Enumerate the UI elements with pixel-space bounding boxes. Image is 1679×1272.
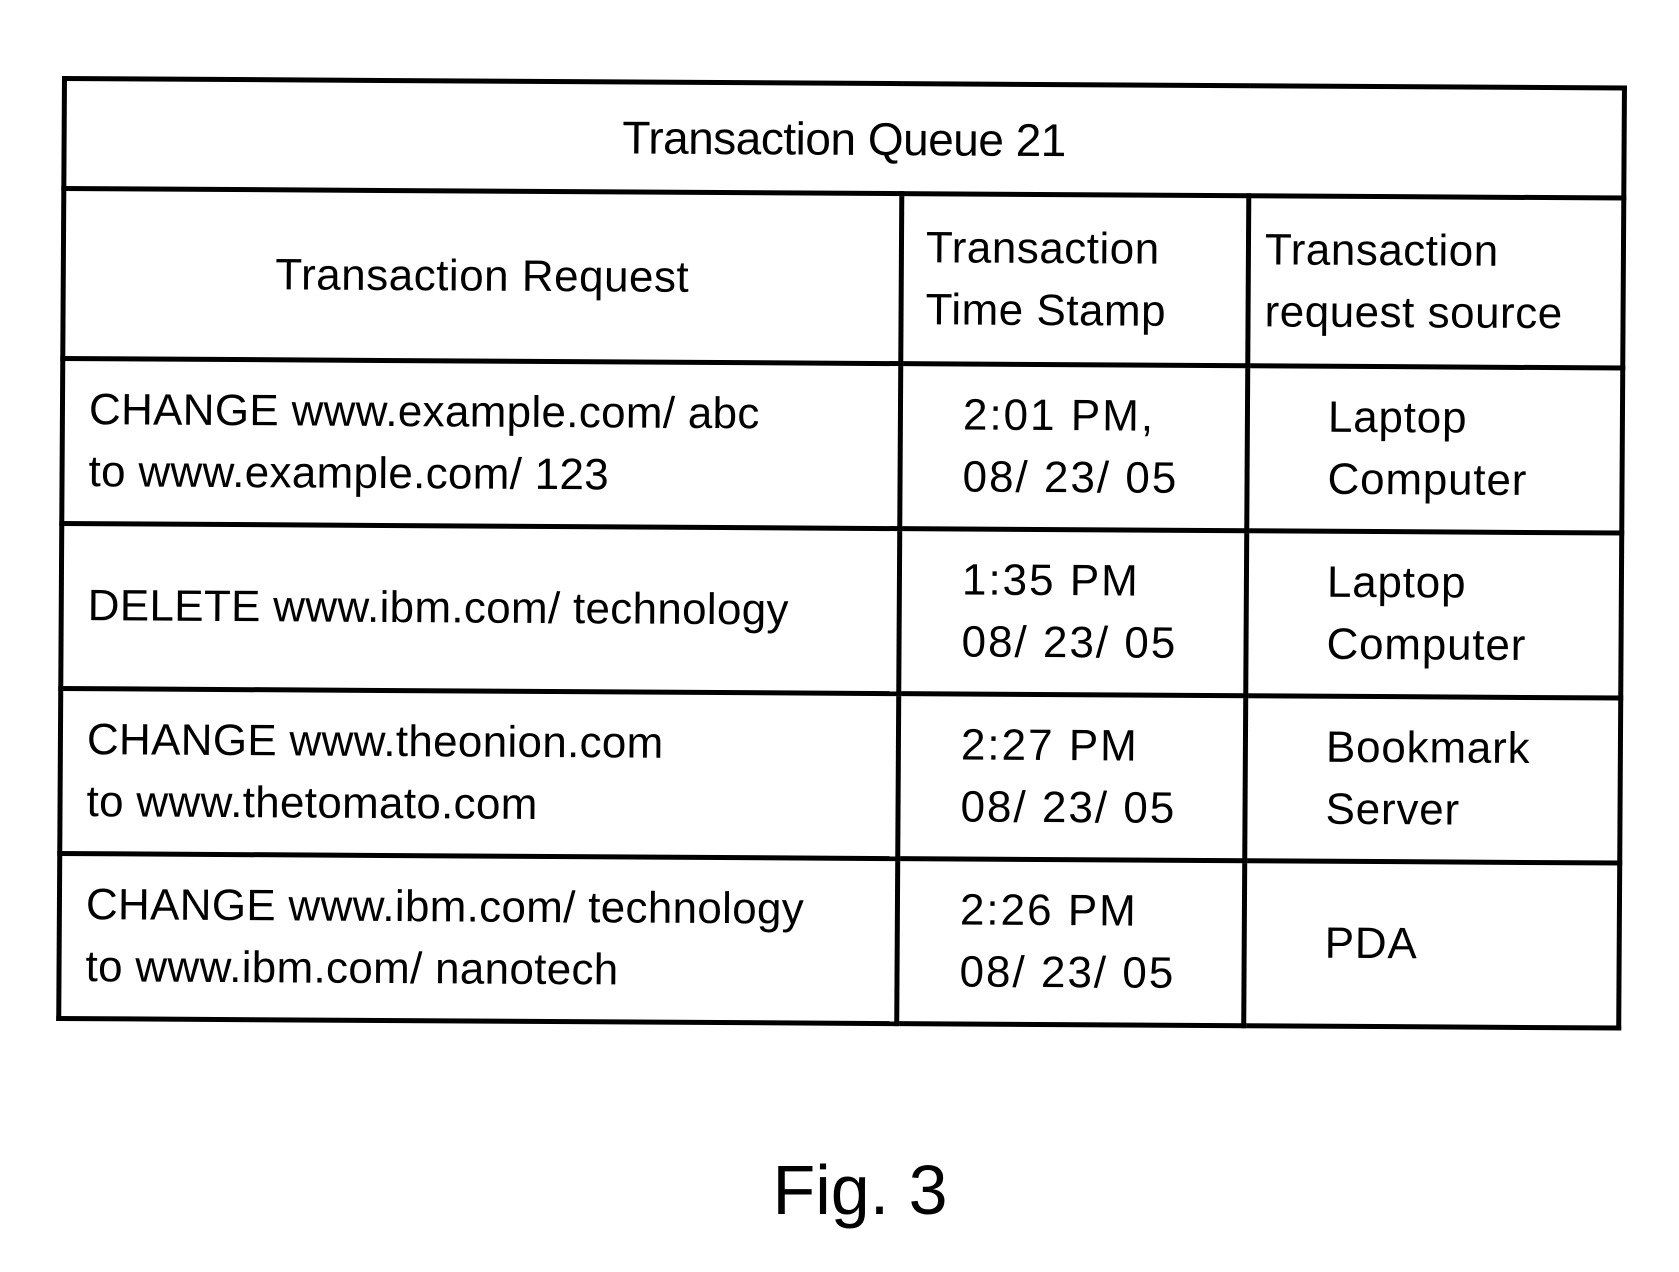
source-line: PDA	[1324, 918, 1418, 969]
request-line: to www.thetomato.com	[86, 777, 538, 829]
timestamp-time: 2:26 PM	[959, 885, 1138, 936]
timestamp-date: 08/ 23/ 05	[960, 782, 1177, 833]
source-line: Computer	[1326, 619, 1527, 670]
table-title: Transaction Queue 21	[63, 78, 1625, 199]
header-line: Transaction Request	[275, 249, 690, 302]
table-header-row: Transaction Request Transaction Time Sta…	[62, 188, 1624, 369]
timestamp-time: 1:35 PM	[961, 555, 1140, 606]
timestamp-date: 08/ 23/ 05	[961, 617, 1178, 668]
header-line: Time Stamp	[925, 284, 1167, 336]
figure-caption: Fig. 3	[772, 1151, 948, 1229]
header-line: request source	[1264, 286, 1563, 338]
transaction-request-cell: CHANGE www.ibm.com/ technology to www.ib…	[58, 853, 898, 1024]
table-row: DELETE www.ibm.com/ technology 1:35 PM 0…	[60, 523, 1622, 699]
column-header-request-source: Transaction request source	[1247, 195, 1624, 369]
request-source-cell: Bookmark Server	[1244, 695, 1621, 864]
timestamp-cell: 1:35 PM 08/ 23/ 05	[898, 528, 1247, 696]
source-line: Computer	[1327, 454, 1528, 505]
request-source-cell: PDA	[1243, 860, 1620, 1029]
request-line: to www.ibm.com/ nanotech	[85, 942, 619, 995]
table-row: CHANGE www.example.com/ abc to www.examp…	[61, 358, 1623, 534]
transaction-request-cell: CHANGE www.theonion.com to www.thetomato…	[59, 688, 899, 859]
table-title-row: Transaction Queue 21	[63, 78, 1625, 199]
header-line: Transaction	[1264, 224, 1499, 276]
timestamp-date: 08/ 23/ 05	[959, 947, 1176, 998]
request-line: CHANGE www.theonion.com	[86, 715, 664, 768]
timestamp-cell: 2:01 PM, 08/ 23/ 05	[899, 363, 1248, 531]
column-header-transaction-request: Transaction Request	[62, 188, 902, 364]
table-row: CHANGE www.ibm.com/ technology to www.ib…	[58, 853, 1620, 1029]
table-row: CHANGE www.theonion.com to www.thetomato…	[59, 688, 1621, 864]
request-source-cell: Laptop Computer	[1245, 530, 1622, 699]
header-line: Transaction	[925, 222, 1160, 274]
request-source-cell: Laptop Computer	[1246, 365, 1623, 534]
source-line: Bookmark	[1325, 722, 1531, 773]
column-header-time-stamp: Transaction Time Stamp	[900, 193, 1249, 366]
source-line: Laptop	[1326, 557, 1467, 608]
timestamp-date: 08/ 23/ 05	[962, 452, 1179, 503]
transaction-request-cell: DELETE www.ibm.com/ technology	[60, 523, 900, 694]
request-line: to www.example.com/ 123	[88, 447, 610, 500]
request-line: DELETE www.ibm.com/ technology	[87, 581, 789, 635]
transaction-request-cell: CHANGE www.example.com/ abc to www.examp…	[61, 358, 901, 529]
timestamp-cell: 2:26 PM 08/ 23/ 05	[896, 858, 1245, 1026]
source-line: Server	[1325, 784, 1461, 835]
request-line: CHANGE www.ibm.com/ technology	[85, 880, 805, 934]
timestamp-time: 2:27 PM	[960, 720, 1139, 771]
timestamp-cell: 2:27 PM 08/ 23/ 05	[897, 693, 1246, 861]
request-line: CHANGE www.example.com/ abc	[88, 385, 760, 439]
timestamp-time: 2:01 PM,	[962, 390, 1156, 441]
transaction-queue-table: Transaction Queue 21 Transaction Request…	[56, 76, 1627, 1031]
source-line: Laptop	[1327, 392, 1468, 443]
